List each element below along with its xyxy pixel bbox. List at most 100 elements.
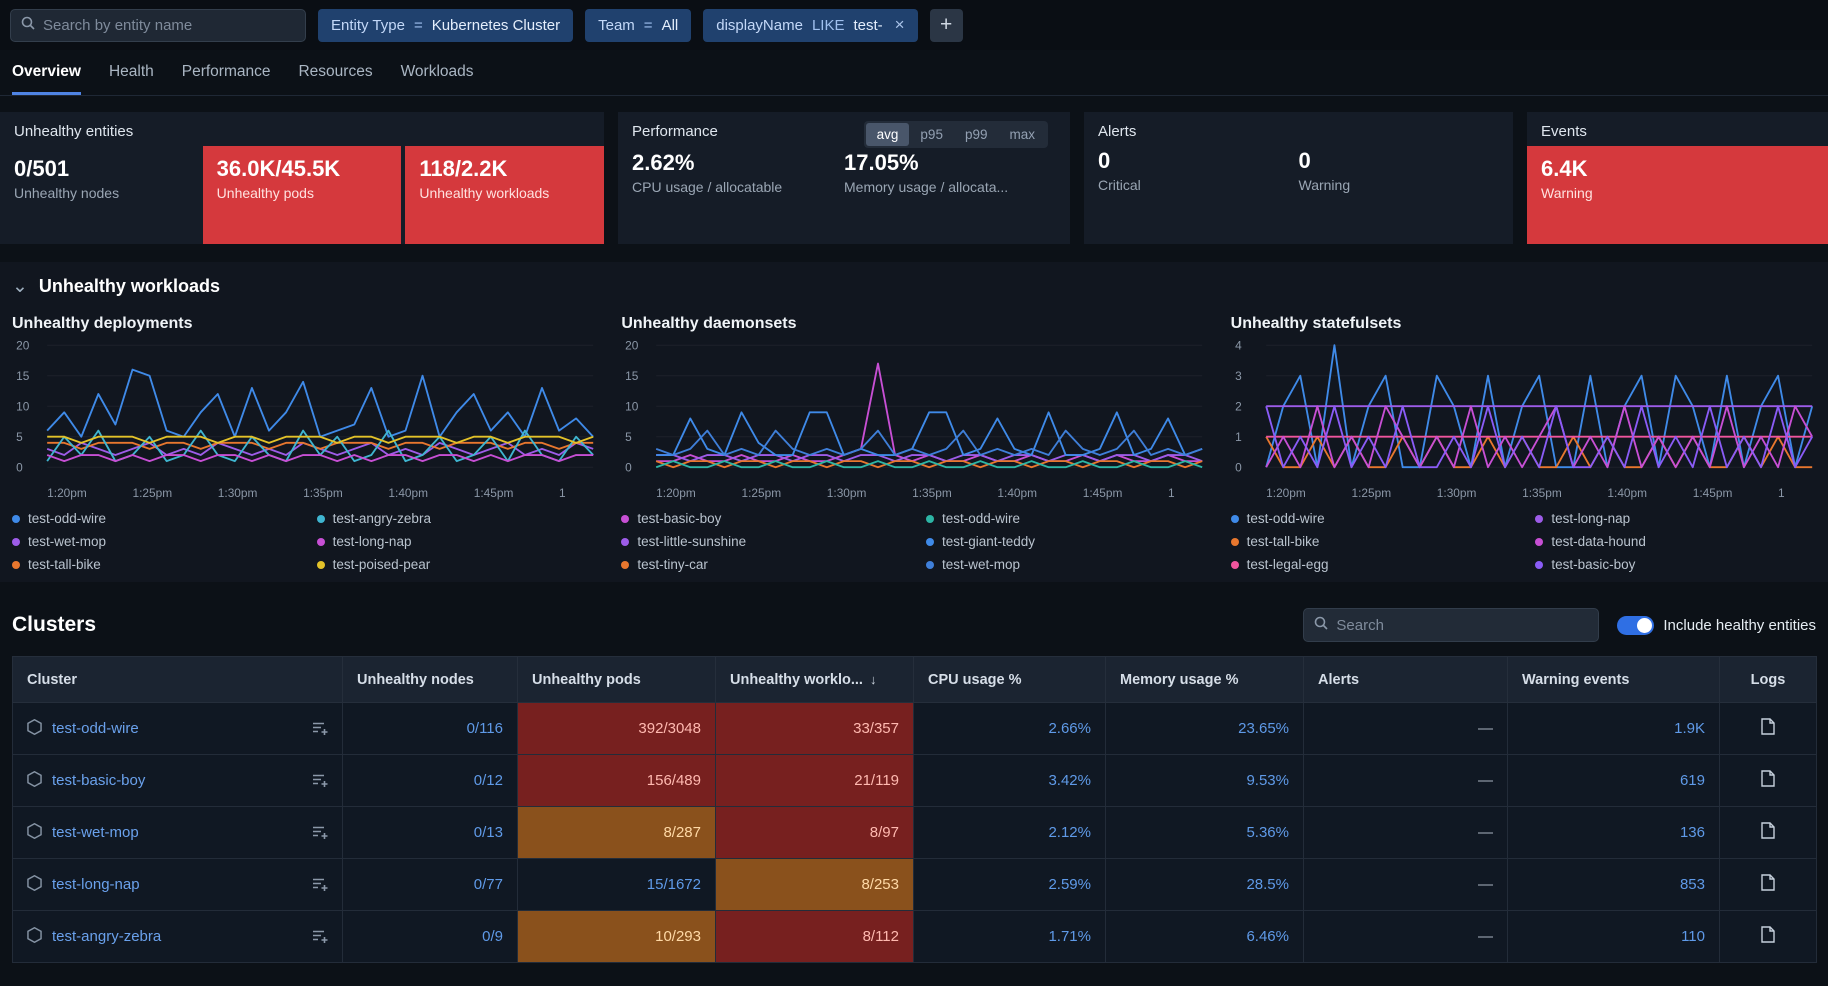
cluster-link[interactable]: test-basic-boy bbox=[52, 772, 145, 789]
svg-text:1: 1 bbox=[1235, 430, 1242, 444]
aggregation-mode-switch: avgp95p99max bbox=[864, 121, 1048, 148]
warning-events-cell: 853 bbox=[1508, 859, 1720, 911]
document-icon[interactable] bbox=[1761, 770, 1775, 787]
metric-warning: 0Warning bbox=[1299, 148, 1500, 244]
column-header-warning_events[interactable]: Warning events bbox=[1508, 657, 1720, 703]
svg-text:1: 1 bbox=[1778, 486, 1785, 500]
legend-item-test-odd-wire[interactable]: test-odd-wire bbox=[12, 511, 293, 526]
legend-item-test-little-sunshine[interactable]: test-little-sunshine bbox=[621, 534, 902, 549]
cluster-link[interactable]: test-odd-wire bbox=[52, 720, 139, 737]
legend-item-test-odd-wire[interactable]: test-odd-wire bbox=[1231, 511, 1512, 526]
cpu-usage-cell: 2.66% bbox=[914, 703, 1106, 755]
chart-title: Unhealthy statefulsets bbox=[1231, 315, 1816, 333]
legend-item-test-wet-mop[interactable]: test-wet-mop bbox=[926, 557, 1207, 572]
chart-legend: test-basic-boy test-little-sunshine test-t… bbox=[621, 511, 1206, 572]
tab-workloads[interactable]: Workloads bbox=[401, 50, 474, 95]
legend-label: test-tiny-car bbox=[637, 557, 708, 572]
chart-unhealthy-statefulsets: Unhealthy statefulsets012341:20pm1:25pm1… bbox=[1231, 315, 1816, 572]
document-icon[interactable] bbox=[1761, 926, 1775, 943]
unhealthy-workloads-cell: 21/119 bbox=[716, 755, 914, 807]
legend-item-test-basic-boy[interactable]: test-basic-boy bbox=[1535, 557, 1816, 572]
cluster-link[interactable]: test-wet-mop bbox=[52, 824, 139, 841]
line-chart: 051015201:20pm1:25pm1:30pm1:35pm1:40pm1:… bbox=[621, 339, 1206, 502]
mode-p95[interactable]: p95 bbox=[909, 123, 954, 146]
include-healthy-toggle[interactable] bbox=[1617, 616, 1654, 635]
column-header-unhealthy_nodes[interactable]: Unhealthy nodes bbox=[343, 657, 518, 703]
cluster-link[interactable]: test-angry-zebra bbox=[52, 928, 161, 945]
clusters-search-input[interactable] bbox=[1336, 617, 1588, 634]
legend-item-test-long-nap[interactable]: test-long-nap bbox=[317, 534, 598, 549]
tab-overview[interactable]: Overview bbox=[12, 50, 81, 95]
add-to-filter-icon[interactable] bbox=[312, 773, 328, 788]
tab-performance[interactable]: Performance bbox=[182, 50, 271, 95]
unhealthy-entities-blocks: 0/501Unhealthy nodes36.0K/45.5KUnhealthy… bbox=[0, 146, 604, 244]
remove-filter-icon[interactable]: × bbox=[895, 15, 905, 35]
cluster-hexagon-icon bbox=[27, 823, 42, 843]
add-to-filter-icon[interactable] bbox=[312, 877, 328, 892]
document-icon[interactable] bbox=[1761, 822, 1775, 839]
cluster-hexagon-icon bbox=[27, 719, 42, 739]
filter-value: All bbox=[662, 17, 679, 34]
column-header-alerts[interactable]: Alerts bbox=[1304, 657, 1508, 703]
legend-item-test-tall-bike[interactable]: test-tall-bike bbox=[1231, 534, 1512, 549]
cluster-link[interactable]: test-long-nap bbox=[52, 876, 140, 893]
add-to-filter-icon[interactable] bbox=[312, 825, 328, 840]
entity-search-input[interactable] bbox=[43, 17, 295, 34]
entity-search-box[interactable] bbox=[10, 9, 306, 42]
alerts-cell: — bbox=[1304, 859, 1508, 911]
add-filter-button[interactable]: + bbox=[930, 9, 963, 42]
tab-resources[interactable]: Resources bbox=[298, 50, 372, 95]
collapse-chevron-icon[interactable]: ⌄ bbox=[12, 280, 28, 294]
column-header-cpu_usage[interactable]: CPU usage % bbox=[914, 657, 1106, 703]
legend-item-test-giant-teddy[interactable]: test-giant-teddy bbox=[926, 534, 1207, 549]
column-header-unhealthy_workloads[interactable]: Unhealthy worklo...↓ bbox=[716, 657, 914, 703]
document-icon[interactable] bbox=[1761, 718, 1775, 735]
column-header-cluster[interactable]: Cluster bbox=[13, 657, 343, 703]
legend-label: test-basic-boy bbox=[637, 511, 721, 526]
filter-value: test- bbox=[853, 17, 882, 34]
legend-item-test-data-hound[interactable]: test-data-hound bbox=[1535, 534, 1816, 549]
column-header-logs[interactable]: Logs bbox=[1720, 657, 1817, 703]
filter-pill-entity-type[interactable]: Entity Type=Kubernetes Cluster bbox=[318, 9, 573, 42]
document-icon[interactable] bbox=[1761, 874, 1775, 891]
filter-pill-team[interactable]: Team=All bbox=[585, 9, 691, 42]
summary-block-warning: 6.4KWarning bbox=[1527, 146, 1828, 244]
svg-text:1:20pm: 1:20pm bbox=[47, 486, 87, 500]
mode-max[interactable]: max bbox=[998, 123, 1046, 146]
cluster-cell: test-odd-wire bbox=[13, 703, 343, 755]
mode-p99[interactable]: p99 bbox=[954, 123, 999, 146]
legend-dot-icon bbox=[926, 561, 934, 569]
column-header-unhealthy_pods[interactable]: Unhealthy pods bbox=[518, 657, 716, 703]
unhealthy-workloads-cell: 8/112 bbox=[716, 911, 914, 963]
mode-avg[interactable]: avg bbox=[866, 123, 910, 146]
legend-item-test-long-nap[interactable]: test-long-nap bbox=[1535, 511, 1816, 526]
add-to-filter-icon[interactable] bbox=[312, 721, 328, 736]
unhealthy-pods-cell: 392/3048 bbox=[518, 703, 716, 755]
unhealthy-workloads-cell: 8/253 bbox=[716, 859, 914, 911]
warning-events-cell: 619 bbox=[1508, 755, 1720, 807]
table-row: test-odd-wire0/116392/304833/3572.66%23.… bbox=[13, 703, 1817, 755]
column-header-memory_usage[interactable]: Memory usage % bbox=[1106, 657, 1304, 703]
clusters-title: Clusters bbox=[12, 613, 96, 637]
legend-item-test-legal-egg[interactable]: test-legal-egg bbox=[1231, 557, 1512, 572]
legend-item-test-tall-bike[interactable]: test-tall-bike bbox=[12, 557, 293, 572]
filter-pill-displayname[interactable]: displayNameLIKEtest-× bbox=[703, 9, 917, 42]
legend-item-test-tiny-car[interactable]: test-tiny-car bbox=[621, 557, 902, 572]
legend-item-test-poised-pear[interactable]: test-poised-pear bbox=[317, 557, 598, 572]
legend-item-test-basic-boy[interactable]: test-basic-boy bbox=[621, 511, 902, 526]
legend-item-test-odd-wire[interactable]: test-odd-wire bbox=[926, 511, 1207, 526]
filter-field: Team bbox=[598, 17, 635, 34]
summary-value: 118/2.2K bbox=[419, 156, 590, 182]
filter-pills: Entity Type=Kubernetes ClusterTeam=Alldi… bbox=[318, 9, 918, 42]
legend-item-test-angry-zebra[interactable]: test-angry-zebra bbox=[317, 511, 598, 526]
add-to-filter-icon[interactable] bbox=[312, 929, 328, 944]
warning-events-cell: 136 bbox=[1508, 807, 1720, 859]
clusters-search-box[interactable] bbox=[1303, 608, 1599, 642]
legend-item-test-wet-mop[interactable]: test-wet-mop bbox=[12, 534, 293, 549]
unhealthy-entities-card: Unhealthy entities 0/501Unhealthy nodes3… bbox=[0, 112, 604, 244]
legend-dot-icon bbox=[1231, 561, 1239, 569]
alerts-card: Alerts 0Critical0Warning bbox=[1084, 112, 1513, 244]
chart-plot: 051015201:20pm1:25pm1:30pm1:35pm1:40pm1:… bbox=[12, 339, 597, 502]
legend-dot-icon bbox=[12, 561, 20, 569]
tab-health[interactable]: Health bbox=[109, 50, 154, 95]
